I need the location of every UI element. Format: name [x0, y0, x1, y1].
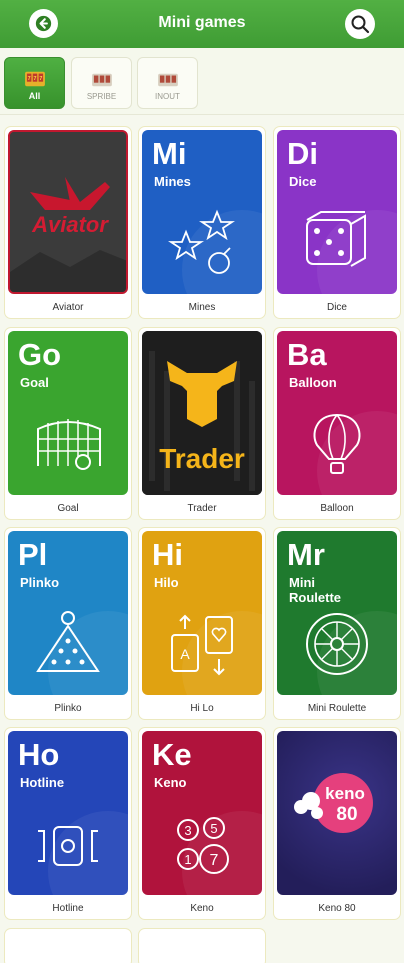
game-card-mines[interactable]: Mi Mines Mines: [138, 126, 266, 319]
game-thumbnail: Go Goal: [8, 331, 128, 495]
filter-label: INOUT: [155, 92, 180, 101]
svg-text:7: 7: [27, 76, 30, 82]
game-card-goal[interactable]: Go Goal Goal: [4, 327, 132, 520]
slot-machine-icon: [91, 73, 112, 87]
filter-label: All: [28, 91, 41, 101]
game-label: Mini Roulette: [307, 703, 367, 714]
game-card-hotline[interactable]: Ho Hotline Hotline: [4, 727, 132, 920]
trader-logo-text: Trader: [159, 443, 245, 474]
aviator-plane-icon: Aviator: [10, 132, 126, 292]
roulette-wheel-icon: [306, 611, 397, 695]
game-card-plinko[interactable]: Pl Plinko Plinko: [4, 527, 132, 720]
svg-text:A: A: [180, 646, 190, 662]
game-thumbnail: Di Dice: [277, 130, 397, 294]
game-thumbnail: Mi Mines: [142, 130, 262, 294]
plinko-triangle-icon: [36, 611, 128, 695]
game-label: Hotline: [52, 903, 84, 914]
game-card-dice[interactable]: Di Dice Dice: [273, 126, 401, 319]
game-card-keno-80[interactable]: keno 80 Keno 80: [273, 727, 401, 920]
game-thumbnail: Hi Hilo A: [142, 531, 262, 695]
game-card-trader[interactable]: Trader Trader: [138, 327, 266, 520]
svg-text:7: 7: [33, 76, 36, 82]
game-label: Dice: [326, 302, 347, 313]
game-thumbnail: Pl Plinko: [8, 531, 128, 695]
svg-text:1: 1: [184, 852, 191, 867]
game-card-partial[interactable]: [138, 928, 266, 963]
svg-text:7: 7: [39, 76, 42, 82]
game-label: Goal: [57, 503, 79, 514]
keno-80-logo-number: 80: [336, 804, 357, 825]
filter-inout[interactable]: INOUT: [137, 57, 198, 109]
game-label: Mines: [188, 302, 216, 313]
game-label: Keno 80: [318, 903, 356, 914]
game-card-mini-roulette[interactable]: Mr Mini Roulette Mini Roulette: [273, 527, 401, 720]
game-thumbnail: keno 80: [277, 731, 397, 895]
provider-filter-bar: 7 7 7 All SPRIBE INOUT: [0, 48, 404, 114]
game-thumbnail: Ba Balloon: [277, 331, 397, 495]
filter-label: SPRIBE: [86, 92, 117, 101]
game-label: Trader: [187, 503, 217, 514]
game-label: Keno: [190, 903, 214, 914]
svg-text:7: 7: [210, 852, 219, 869]
game-card-hilo[interactable]: Hi Hilo A Hi Lo: [138, 527, 266, 720]
keno-80-logo-icon: keno 80: [294, 773, 373, 833]
game-label: Aviator: [52, 302, 84, 313]
bull-logo-icon: Trader: [142, 331, 262, 495]
hot-air-balloon-icon: [313, 411, 397, 495]
slot-machine-icon: 7 7 7: [24, 71, 45, 87]
page-title: Mini games: [158, 14, 246, 31]
game-thumbnail: Aviator: [8, 130, 128, 294]
stars-bomb-icon: [168, 209, 262, 294]
filter-all[interactable]: 7 7 7 All: [4, 57, 65, 109]
search-icon: [351, 15, 370, 34]
search-button[interactable]: [345, 9, 375, 39]
game-thumbnail: Ke Keno 3 5 1 7: [142, 731, 262, 895]
game-card-aviator[interactable]: Aviator Aviator: [4, 126, 132, 319]
svg-text:5: 5: [210, 821, 217, 836]
divider: [0, 114, 404, 115]
game-card-partial[interactable]: [4, 928, 132, 963]
playing-cards-icon: A: [171, 611, 262, 695]
slot-machine-icon: [157, 73, 178, 87]
game-label: Plinko: [54, 703, 82, 714]
game-thumbnail: Mr Mini Roulette: [277, 531, 397, 695]
game-thumbnail: Trader: [142, 331, 262, 495]
game-thumbnail: Ho Hotline: [8, 731, 128, 895]
game-card-balloon[interactable]: Ba Balloon Balloon: [273, 327, 401, 520]
aviator-logo-text: Aviator: [31, 212, 109, 237]
keno-80-logo-text: keno: [325, 784, 365, 803]
hotline-icon: [38, 811, 128, 895]
game-label: Balloon: [320, 503, 354, 514]
svg-text:3: 3: [184, 823, 191, 838]
dice-icon: [306, 210, 397, 294]
game-label: Hi Lo: [190, 703, 214, 714]
filter-spribe[interactable]: SPRIBE: [71, 57, 132, 109]
keno-balls-icon: 3 5 1 7: [177, 811, 262, 895]
game-card-keno[interactable]: Ke Keno 3 5 1 7 Keno: [138, 727, 266, 920]
top-bar: Mini games: [0, 0, 404, 48]
soccer-goal-icon: [37, 419, 101, 470]
